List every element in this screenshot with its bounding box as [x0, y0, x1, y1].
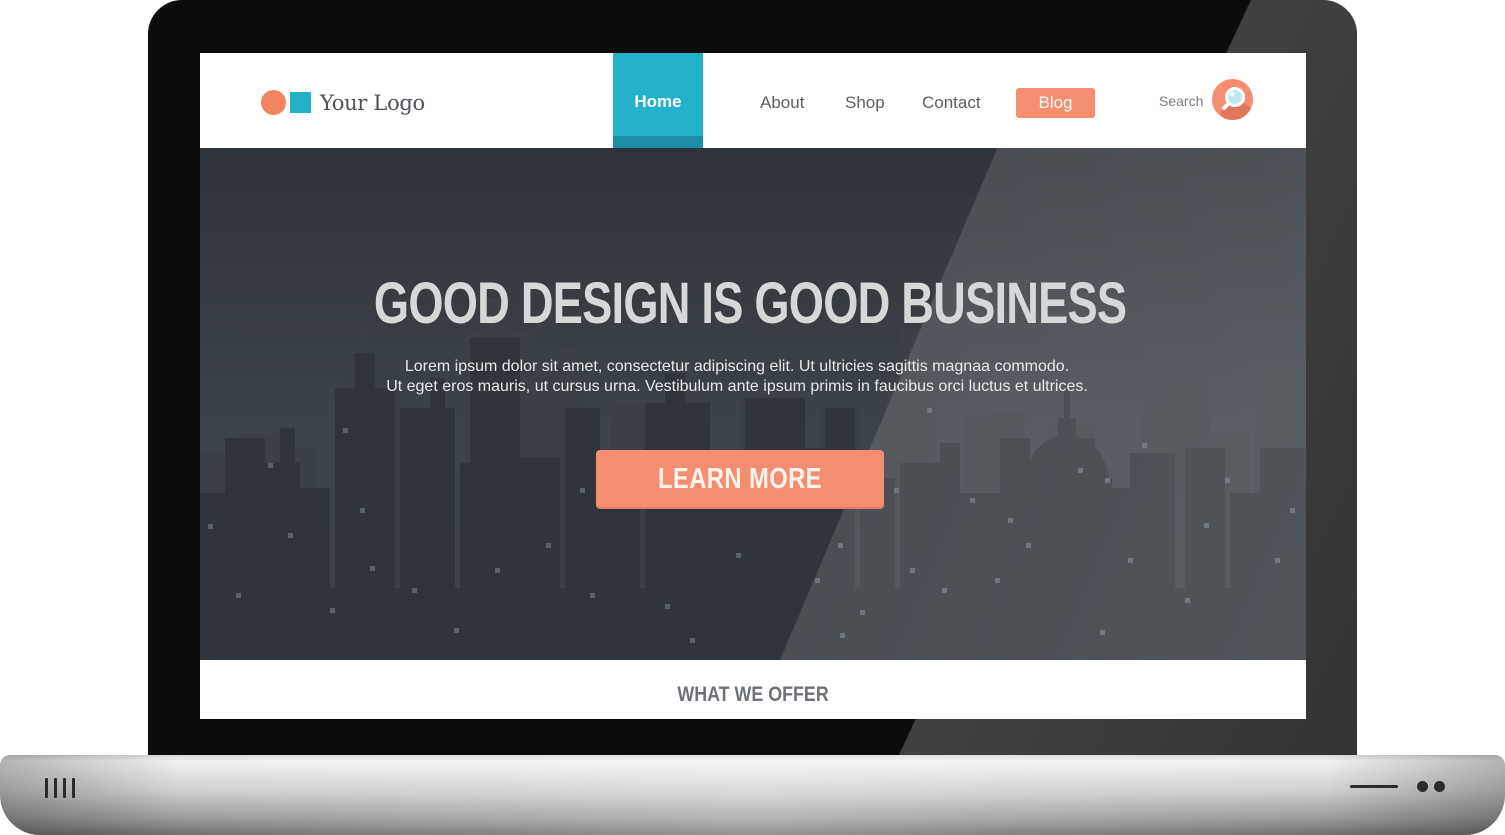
hero-title: GOOD DESIGN IS GOOD BUSINESS — [373, 271, 1127, 336]
speaker-slot — [63, 778, 66, 798]
laptop-base — [0, 755, 1505, 835]
speaker-slot — [45, 778, 48, 798]
logo[interactable]: Your Logo — [261, 90, 425, 115]
offer-title: WHAT WE OFFER — [200, 683, 1306, 707]
learn-more-button[interactable]: LEARN MORE — [596, 450, 884, 509]
speaker-slot — [72, 778, 75, 798]
speaker-grille — [45, 778, 75, 798]
magnifier-icon — [1220, 87, 1253, 120]
search-button[interactable] — [1212, 79, 1253, 120]
website-screen: Your Logo Home About Shop Contact Blog S… — [200, 53, 1306, 719]
search-label[interactable]: Search — [1159, 93, 1203, 109]
logo-circle-icon — [261, 90, 286, 115]
base-highlight — [0, 755, 1505, 835]
nav-item-home[interactable]: Home — [613, 53, 703, 148]
site-header: Your Logo Home About Shop Contact Blog S… — [200, 53, 1306, 148]
learn-more-label: LEARN MORE — [658, 463, 822, 495]
offer-section: WHAT WE OFFER — [200, 660, 1306, 719]
hero-description-line1: Lorem ipsum dolor sit amet, consectetur … — [404, 358, 1070, 375]
speaker-slot — [54, 778, 57, 798]
logo-square-icon — [290, 92, 311, 113]
nav-item-blog[interactable]: Blog — [1016, 88, 1095, 118]
hero-banner: GOOD DESIGN IS GOOD BUSINESS Lorem ipsum… — [200, 148, 1306, 660]
indicator-dot — [1434, 781, 1445, 792]
indicator-lights — [1417, 781, 1445, 792]
indicator-dot — [1417, 781, 1428, 792]
nav-item-shop[interactable]: Shop — [845, 93, 885, 113]
nav-item-about[interactable]: About — [760, 93, 804, 113]
nav-item-contact[interactable]: Contact — [922, 93, 981, 113]
hero-description-line2: Ut eget eros mauris, ut cursus urna. Ves… — [386, 378, 1088, 395]
hero-glare — [200, 148, 1306, 660]
indicator-line — [1350, 785, 1398, 788]
offer-title-text: WHAT WE OFFER — [677, 683, 829, 706]
logo-text: Your Logo — [320, 90, 425, 115]
